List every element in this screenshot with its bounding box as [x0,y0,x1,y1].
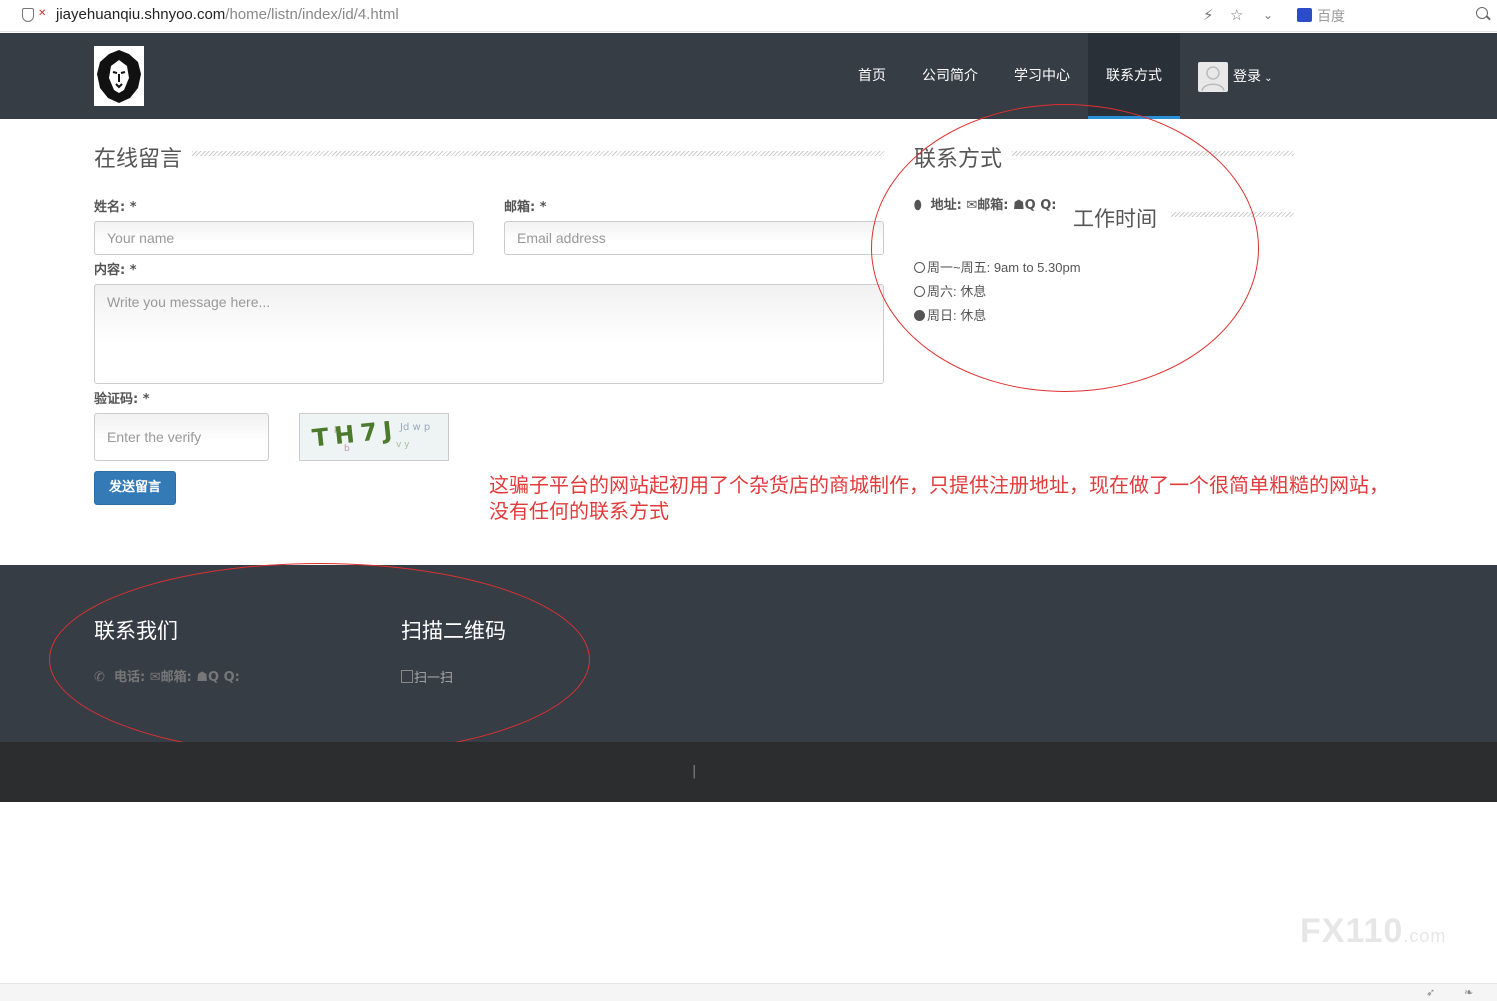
user-icon [1201,66,1225,92]
site-logo[interactable] [94,46,144,106]
shield-icon[interactable] [22,8,34,22]
email-label: 邮箱: * [504,200,547,215]
content-label: 内容: * [94,263,137,278]
nav-learning-center[interactable]: 学习中心 [1002,33,1082,119]
footer-contact-line: ✆ 电话: ✉邮箱: ☗Q Q: [94,666,240,685]
site-navbar: 首页 公司简介 学习中心 联系方式 登录 ⌄ [0,33,1497,119]
lightning-icon[interactable]: ⚡ [1203,6,1214,24]
rocket-icon[interactable]: ➶ [1426,986,1435,999]
message-textarea[interactable]: Write you message here... [94,284,884,384]
phone-label: 电话: [113,670,146,685]
insecure-icon: ✕ [38,8,47,19]
login-dropdown[interactable]: 登录 ⌄ [1233,33,1273,119]
name-label: 姓名: * [94,200,137,215]
clock-icon [914,286,925,297]
qq-label: Q Q: [208,670,240,685]
envelope-icon: ✉ [966,198,978,213]
qq-label: Q Q: [1024,198,1057,213]
email-label: 邮箱: [160,670,192,685]
nav-contact[interactable]: 联系方式 [1088,33,1180,119]
browser-address-bar: ✕ jiayehuanqiu.shnyoo.com/home/listn/ind… [0,0,1497,32]
footer-separator: | [692,764,697,779]
title-divider [1171,212,1294,217]
url-field[interactable]: jiayehuanqiu.shnyoo.com/home/listn/index… [56,6,399,23]
clock-icon [914,262,925,273]
footer-qr-title: 扫描二维码 [401,619,506,643]
star-icon[interactable]: ☆ [1230,6,1243,24]
chevron-down-icon[interactable]: ⌄ [1263,8,1273,22]
site-footer [0,565,1497,742]
title-divider [192,151,884,156]
nav-company-intro[interactable]: 公司简介 [910,33,990,119]
leaf-icon[interactable]: ❧ [1464,986,1473,999]
times-circle-icon [914,310,925,321]
captcha-text: TH7J [310,415,400,453]
avatar[interactable] [1198,62,1228,92]
email-input[interactable]: Email address [504,221,884,255]
nav-home[interactable]: 首页 [846,33,898,119]
address-label: 地址: [930,198,962,213]
search-engine-input[interactable]: 百度 [1317,6,1345,26]
hours-saturday: 周六: 休息 [914,281,986,300]
chevron-down-icon: ⌄ [1261,73,1273,84]
message-section-title: 在线留言 [94,147,183,172]
browser-status-bar: ➶ ❧ [0,983,1497,1001]
hours-weekday: 周一~周五: 9am to 5.30pm [914,257,1081,276]
email-label: 邮箱: [977,198,1009,213]
captcha-image[interactable]: k Jd w p v y b TH7J [299,413,449,461]
copyright-bar: | [0,742,1497,802]
contact-section-title: 联系方式 [914,147,1003,172]
verify-label: 验证码: * [94,392,150,407]
hours-sunday: 周日: 休息 [914,305,986,324]
qq-icon: ☗ [1012,198,1025,213]
fx110-watermark: FX110.com [1300,912,1447,950]
verify-input[interactable]: Enter the verify [94,413,269,461]
footer-contact-title: 联系我们 [94,619,178,643]
qq-icon: ☗ [196,670,208,685]
phone-icon: ✆ [94,670,105,685]
annotation-note: 这骗子平台的网站起初用了个杂货店的商城制作，只提供注册地址，现在做了一个很简单粗… [489,473,1389,523]
map-marker-icon: ⬮ [914,198,922,212]
lion-logo-icon [94,46,144,106]
envelope-icon: ✉ [149,670,161,685]
qr-code-image: 扫一扫 [401,667,453,686]
send-message-button[interactable]: 发送留言 [94,471,176,505]
search-icon[interactable] [1476,7,1488,19]
name-input[interactable]: Your name [94,221,474,255]
title-divider [1012,151,1294,156]
contact-info-line: ⬮ 地址: ✉邮箱: ☗Q Q: [914,194,1056,213]
work-hours-title: 工作时间 [1073,207,1157,231]
baidu-logo-icon [1297,8,1312,22]
